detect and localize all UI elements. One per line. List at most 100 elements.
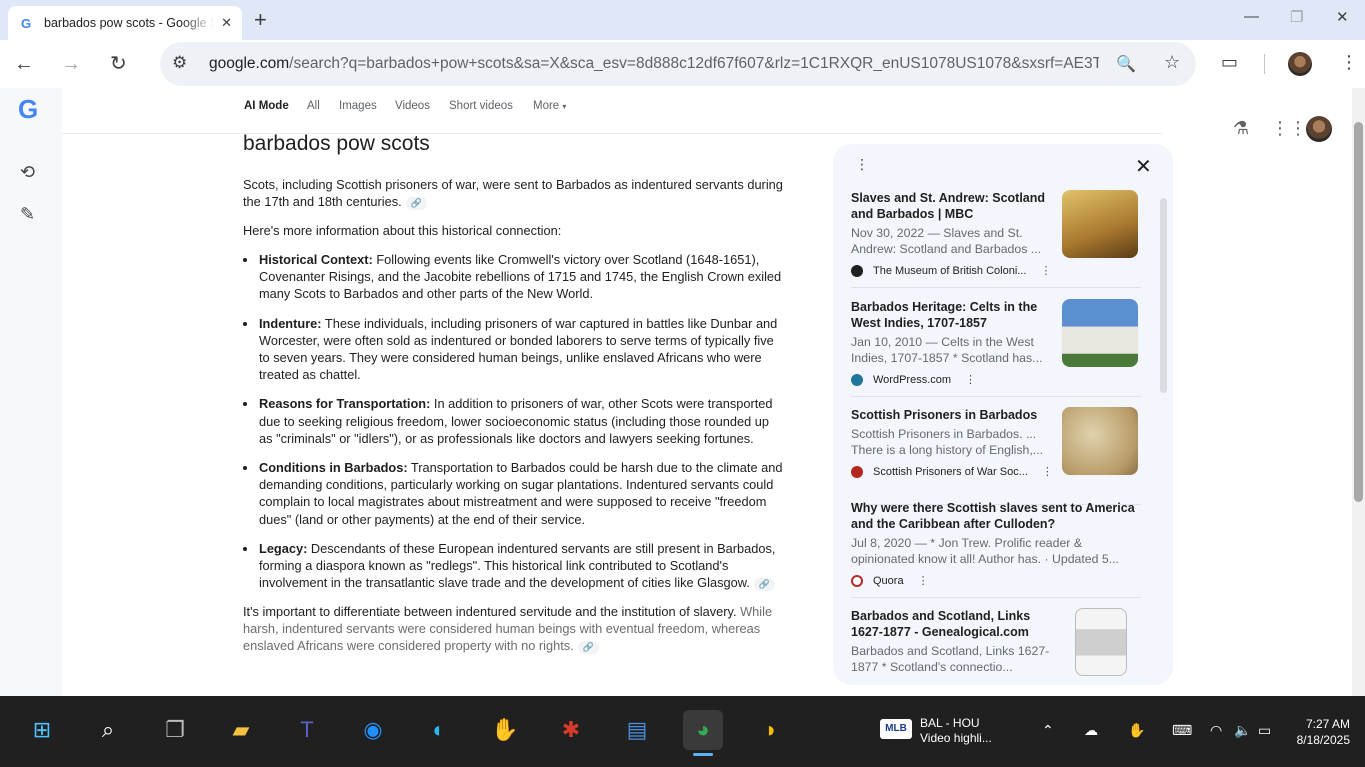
tab-videos[interactable]: Videos [395,100,430,112]
list-item: Historical Context: Following events lik… [243,251,783,303]
source-title[interactable]: Barbados and Scotland, Links 1627-1877 -… [851,608,1051,640]
source-snippet: Scottish Prisoners in Barbados. ... Ther… [851,427,1044,457]
citation-link-icon[interactable]: 🔗 [577,641,599,655]
page-scrollbar[interactable] [1352,88,1365,696]
page-scrollbar-thumb[interactable] [1354,122,1363,502]
book-cover-thumbnail[interactable] [1075,608,1127,676]
tab-all[interactable]: All [307,100,320,112]
source-thumbnail[interactable] [1062,407,1138,475]
source-title[interactable]: Why were there Scottish slaves sent to A… [851,500,1141,532]
tab-short-videos[interactable]: Short videos [449,100,513,112]
source-card[interactable]: Barbados and Scotland, Links 1627-1877 -… [851,608,1141,685]
reload-icon[interactable]: ↻ [110,52,127,76]
new-tab-button[interactable]: + [254,8,267,32]
browser-tab[interactable]: G barbados pow scots - Google Search ✕ [8,6,242,40]
apps-grid-icon[interactable]: ⋮⋮ [1271,118,1307,139]
windows-start-icon[interactable]: ⊞ [22,710,62,750]
onedrive-icon[interactable]: ☁ [1084,722,1098,739]
panel-scrollbar[interactable] [1160,198,1167,393]
source-thumbnail[interactable] [1062,190,1138,258]
presentation-app-icon[interactable]: ✋ [485,710,525,750]
account-avatar[interactable] [1306,116,1332,142]
source-card[interactable]: Barbados Heritage: Celts in the West Ind… [851,299,1141,397]
ai-mode-side-rail: G ⟲ ✎ [0,88,62,696]
url-text[interactable]: google.com/search?q=barbados+pow+scots&s… [209,55,1099,73]
tab-search-icon[interactable]: ▭ [1221,52,1238,73]
panel-menu-icon[interactable]: ⋮ [855,156,869,173]
answer-lead: Here's more information about this histo… [243,223,562,238]
source-title[interactable]: Barbados Heritage: Celts in the West Ind… [851,299,1051,331]
source-site: The Museum of British Coloni... ⋮ [851,264,1051,277]
source-title[interactable]: Slaves and St. Andrew: Scotland and Barb… [851,190,1051,222]
list-item: Conditions in Barbados: Transportation t… [243,459,783,528]
tab-more[interactable]: More ▾ [533,100,566,112]
window-close-icon[interactable]: ✕ [1336,8,1349,26]
google-logo-icon[interactable]: G [18,94,38,125]
forward-arrow-icon[interactable]: → [61,52,81,76]
news-subtitle: Video highli... [920,731,992,745]
tab-images[interactable]: Images [339,100,377,112]
ai-answer: barbados pow scots Scots, including Scot… [243,132,783,666]
back-arrow-icon[interactable]: ← [14,52,34,76]
source-site-name: Quora [873,574,904,587]
source-card[interactable]: Scottish Prisoners in Barbados Scottish … [851,407,1141,505]
site-settings-icon[interactable]: ⚙ [172,53,187,73]
profile-avatar[interactable] [1288,52,1312,76]
tab-close-icon[interactable]: ✕ [221,15,232,31]
source-site-name: Scottish Prisoners of War Soc... [873,465,1028,478]
source-site-name: WordPress.com [873,373,952,386]
chrome-profile-icon[interactable]: ◑ [749,710,789,750]
teams-icon[interactable]: T [287,710,327,750]
chrome-icon[interactable]: ◕ [683,710,723,756]
search-icon[interactable]: ⌕ [88,710,128,750]
history-icon[interactable]: ⟲ [20,162,35,183]
tray-app-icon[interactable]: ✋ [1128,722,1145,739]
bookmark-star-icon[interactable]: ☆ [1164,52,1180,73]
mail-app-icon[interactable]: ◉ [353,710,393,750]
source-card[interactable]: Slaves and St. Andrew: Scotland and Barb… [851,190,1141,288]
source-card[interactable]: Why were there Scottish slaves sent to A… [851,500,1141,598]
chevron-up-icon[interactable]: ⌃ [1042,722,1054,739]
source-snippet: Nov 30, 2022 — Slaves and St. Andrew: Sc… [851,226,1042,256]
zoom-icon[interactable]: 🔍 [1116,54,1136,74]
intro-text: Scots, including Scottish prisoners of w… [243,177,783,209]
new-chat-icon[interactable]: ✎ [20,204,35,225]
chrome-menu-icon[interactable]: ⋮ [1340,52,1358,73]
answer-closing: It's important to differentiate between … [243,603,783,655]
list-item-text: Descendants of these European indentured… [259,540,776,591]
restore-icon[interactable]: ❐ [1290,8,1303,26]
source-more-icon[interactable]: ⋮ [1042,465,1053,478]
source-title[interactable]: Scottish Prisoners in Barbados [851,407,1051,423]
minimize-icon[interactable]: — [1244,8,1259,25]
game-app-icon[interactable]: ✱ [551,710,591,750]
notepad-icon[interactable]: ▤ [617,710,657,750]
source-thumbnail[interactable] [1062,299,1138,367]
wifi-icon[interactable]: ◠ [1210,722,1222,739]
source-more-icon[interactable]: ⋮ [918,574,929,587]
panel-close-icon[interactable]: ✕ [1135,154,1152,179]
wordpress-icon [851,373,863,386]
battery-icon[interactable]: ▭ [1258,722,1271,739]
source-snippet: Barbados and Scotland, Links 1627-1877 *… [851,644,1050,674]
citation-link-icon[interactable]: 🔗 [405,197,427,210]
system-clock[interactable]: 7:27 AM 8/18/2025 [1286,716,1350,748]
volume-muted-icon[interactable]: 🔈 [1234,722,1251,739]
list-item: Legacy: Descendants of these European in… [243,540,783,592]
list-item-term: Reasons for Transportation: [259,396,431,412]
address-bar[interactable]: ⚙ google.com/search?q=barbados+pow+scots… [160,42,1196,86]
list-item-text: These individuals, including prisoners o… [259,315,778,383]
citation-link-icon[interactable]: 🔗 [753,578,776,592]
tab-ai-mode[interactable]: AI Mode [244,100,289,112]
source-site: Quora ⋮ [851,574,929,587]
keyboard-icon[interactable]: ⌨ [1172,722,1192,739]
edge-icon[interactable]: ◐ [419,710,459,750]
chevron-down-icon: ▾ [562,102,567,111]
labs-flask-icon[interactable]: ⚗ [1233,118,1249,139]
list-item-term: Legacy: [259,540,308,556]
sources-panel: ⋮ ✕ Slaves and St. Andrew: Scotland and … [833,144,1173,685]
source-more-icon[interactable]: ⋮ [1040,264,1051,277]
active-indicator [693,753,713,756]
task-view-icon[interactable]: ❐ [155,710,195,750]
source-more-icon[interactable]: ⋮ [965,373,976,386]
file-explorer-icon[interactable]: ▰ [221,710,261,750]
